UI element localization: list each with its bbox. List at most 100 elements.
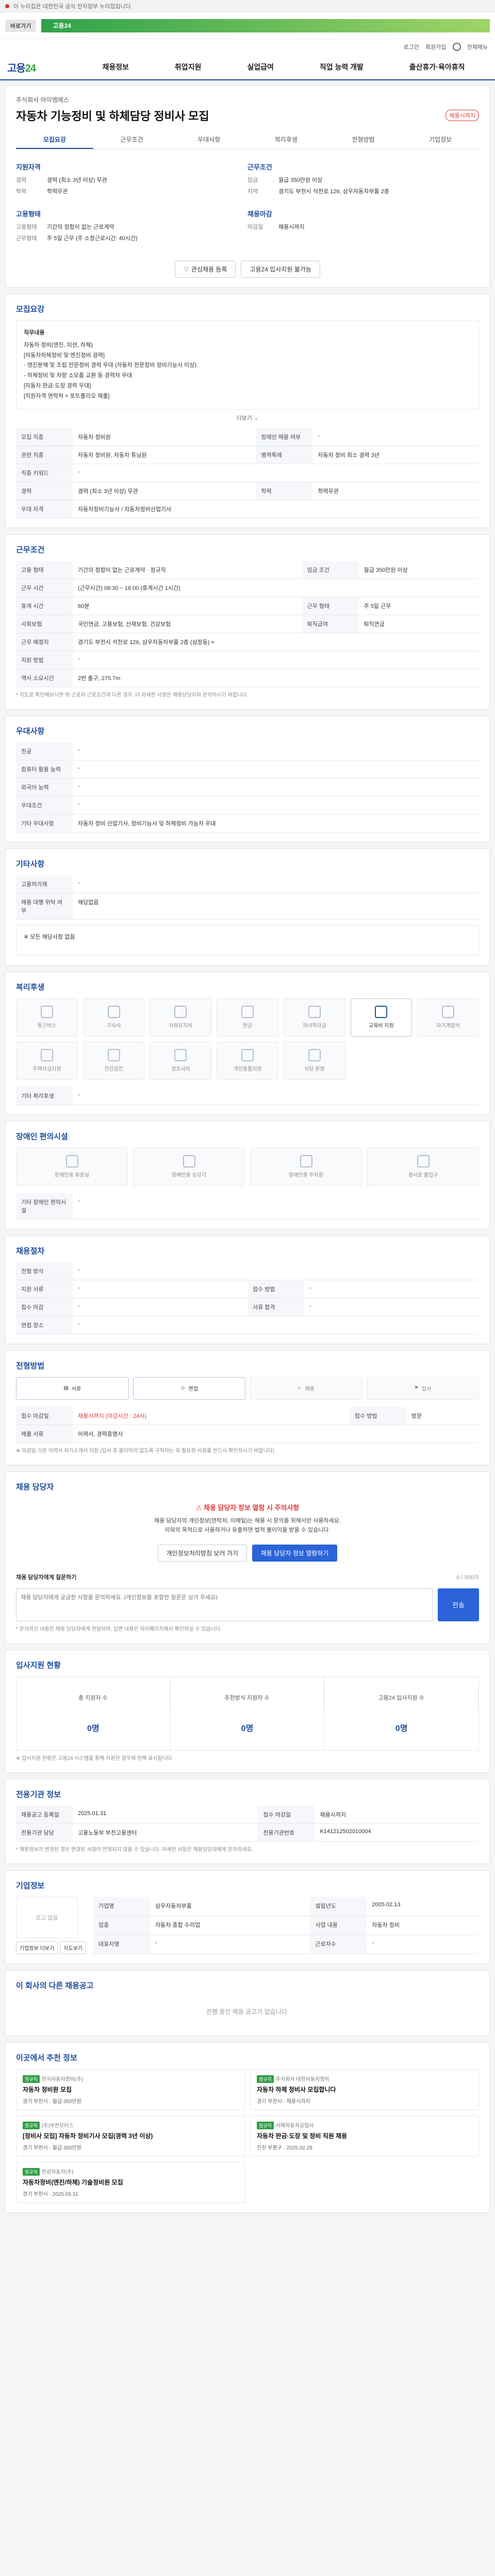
contact-box: ⚠ 채용 담당자 정보 열람 시 주의사항 채용 담당자의 개인정보(연락처, … [16, 1498, 479, 1566]
disabled-item-icon [65, 1155, 78, 1168]
welfare-item: 자기계발비 [417, 998, 479, 1037]
disabled-item-icon [183, 1155, 195, 1168]
question-input[interactable] [16, 1588, 433, 1621]
recommend-title: 이곳에서 추천 정보 [16, 2053, 77, 2062]
nav-item-jobs[interactable]: 채용정보 [102, 62, 129, 72]
welfare-item-icon [107, 1049, 120, 1062]
chevron-down-icon: ⌄ [254, 415, 259, 421]
summary-work-title: 근무조건 [248, 163, 272, 171]
apply-button[interactable]: 고용24 입사지원 불가능 [241, 261, 320, 278]
stat-online: 고용24 입사지원 수 0명 [324, 1677, 478, 1750]
recruit-table: 모집 직종 자동차 정비원 장애인 채용 여부 - 관련 직종 자동차 정비원, 자동차… [16, 428, 479, 518]
disabled-item-icon [417, 1155, 430, 1168]
recommend-section: 이곳에서 추천 정보 정규직 한국자동차정비(주) 자동차 정비원 모집 경기 부… [5, 2042, 490, 2213]
company-name[interactable]: 주식회사 아이엠에스 [16, 95, 479, 104]
tab-company[interactable]: 기업정보 [402, 131, 479, 149]
welfare-item: 자녀학자금 [283, 998, 345, 1037]
step-join: ⚑ 입사 [366, 1377, 479, 1400]
method-title: 전형방법 [16, 1361, 45, 1370]
signup-link[interactable]: 회원가입 [425, 43, 446, 51]
recommend-item[interactable]: 정규직 한국자동차정비(주) 자동차 정비원 모집 경기 부천시 · 월급 350… [16, 2069, 245, 2110]
prefer-title: 우대사항 [16, 726, 45, 736]
stats-grid: 총 지원자 수 0명 추천방식 지원자 수 0명 고용24 입사지원 수 0명 [16, 1676, 479, 1751]
disabled-item-label: 장애인용 주차장 [288, 1173, 324, 1179]
prefer-table: 전공 - 컴퓨터 활용 능력 - 외국어 능력 - 우대조건 - 기타 우대사항 자동차 … [16, 742, 479, 833]
recommend-item[interactable]: 정규직 (주)부천모터스 [정비사 모집] 자동차 정비기사 모집(경력 3년 이… [16, 2115, 245, 2157]
gov-notice-text: 이 누리집은 대한민국 공식 전자정부 누리집입니다. [13, 3, 133, 10]
check-icon: ✓ [297, 1385, 302, 1392]
person-icon: ☺ [180, 1385, 186, 1392]
same-jobs-section: 이 회사의 다른 채용공고 진행 중인 채용 공고가 없습니다. [5, 1970, 490, 2036]
company-table: 기업명 삼우자동차부품 설립년도 2005.02.13 업종 자동차 종합 수리업 사업 … [93, 1896, 479, 1954]
welfare-item-label: 통근버스 [37, 1023, 57, 1029]
job-header-card: 주식회사 아이엠에스 자동차 기능정비 및 하체담당 정비사 모집 채용시까지 … [5, 86, 490, 287]
stats-section: 입사지원 현황 총 지원자 수 0명 추천방식 지원자 수 0명 고용24 입사지원… [5, 1649, 490, 1773]
welfare-item-icon [241, 1049, 254, 1062]
main-nav: 고용24 채용정보 취업지원 실업급여 직업 능력 개발 출산휴가·육아휴직 [0, 55, 495, 80]
question-note: * 문의하신 내용은 채용 담당자에게 전달되며, 답변 내용은 마이페이지에서… [16, 1626, 222, 1632]
welfare-item: 차량유지비 [150, 998, 212, 1037]
tab-recruit[interactable]: 모집요강 [16, 131, 93, 149]
deadline-badge: 채용시까지 [446, 110, 479, 121]
step-hire: ✓ 채용 [250, 1377, 362, 1400]
welfare-item-icon [40, 1006, 53, 1019]
nav-item-leave[interactable]: 출산휴가·육아휴직 [409, 62, 465, 72]
disabled-item: 장애인용 주차장 [250, 1147, 362, 1186]
welfare-item: 기숙사 [82, 998, 145, 1037]
company-map-button[interactable]: 지도보기 [60, 1941, 86, 1954]
more-button[interactable]: 더보기 ⌄ [16, 414, 479, 422]
interest-button[interactable]: ♡ 관심채용 등록 [175, 261, 236, 278]
welfare-item-label: 건강검진 [104, 1066, 123, 1073]
login-link[interactable]: 로그인 [404, 43, 419, 51]
disabled-item: 경사로 출입구 [367, 1147, 479, 1186]
company-info-button[interactable]: 기업정보 더보기 [16, 1941, 58, 1954]
other-section: 기타사항 고용허가제 - 채용 대행 위탁 여부 해당없음 ※ 모든 해당사항 없음 [5, 848, 490, 965]
nav-item-benefit[interactable]: 실업급여 [247, 62, 274, 72]
send-button[interactable]: 전송 [438, 1588, 479, 1621]
site-logo[interactable]: 고용24 [7, 60, 79, 75]
welfare-item: 개인용품지원 [217, 1041, 278, 1080]
welfare-item: 통근버스 [16, 998, 78, 1037]
go-button[interactable]: 바로가기 [5, 19, 37, 32]
work-note: * 지도로 확인해보시면 위 근로자 근로조건과 다른 경우, 더 자세한 사항… [16, 692, 249, 698]
disabled-item: 장애인용 승강기 [133, 1147, 245, 1186]
question-header: 채용 담당자에게 질문하기 0 / 500자 [16, 1574, 479, 1581]
recommend-item[interactable]: 정규직 주식회사 대한자동차정비 자동차 하체 정비사 모집합니다 경기 부천시 … [250, 2069, 479, 2110]
work-table: 고용 형태 기간의 정함이 없는 근로계약 · 정규직 임금 조건 월급 350만원 … [16, 561, 479, 687]
nav-item-training[interactable]: 직업 능력 개발 [320, 62, 364, 72]
agency-title: 전용기관 정보 [16, 1790, 61, 1799]
prefer-section: 우대사항 전공 - 컴퓨터 활용 능력 - 외국어 능력 - 우대조건 - 기타 우대사… [5, 715, 490, 842]
duty-box: 직무내용 자동차 정비(엔진, 미션, 하체) [자동차하체정비 및 엔진정비 … [16, 320, 479, 410]
process-title: 채용절차 [16, 1246, 45, 1256]
stat-total: 총 지원자 수 0명 [16, 1676, 171, 1750]
nav-item-support[interactable]: 취업지원 [175, 62, 202, 72]
tab-welfare[interactable]: 복리후생 [248, 131, 325, 149]
welfare-item-label: 개인용품지원 [233, 1066, 262, 1073]
summary-deadline-title: 채용마감 [248, 210, 272, 218]
welfare-item: 건강검진 [82, 1041, 145, 1080]
step-docs: ▤ 서류 [16, 1377, 129, 1400]
welfare-item-label: 경조사비 [171, 1066, 190, 1073]
recommend-item[interactable]: 정규직 한성자동차(주) 자동차정비(엔진/하체) 기술정비원 모집 경기 부천시… [16, 2161, 245, 2203]
welfare-item-icon [107, 1006, 120, 1019]
method-steps: ▤ 서류 ☺ 면접 ✓ 채용 ⚑ 입사 [16, 1377, 479, 1400]
work-section: 근무조건 고용 형태 기간의 정함이 없는 근로계약 · 정규직 임금 조건 월급 3… [5, 534, 490, 709]
warning-icon: ⚠ [195, 1503, 202, 1512]
welfare-grid: 통근버스 기숙사 차량유지비 연금 자녀학자금 교육비 지원 자기계발비 주택자금지원 건강검진… [16, 998, 479, 1080]
recommend-item[interactable]: 정규직 서해자동차공업사 자동차 판금·도장 및 정비 직원 채용 인천 부평구 … [250, 2115, 479, 2157]
view-contact-button[interactable]: 채용 담당자 정보 열람하기 [252, 1544, 338, 1562]
section-tabs: 모집요강 근무조건 우대사항 복리후생 전형방법 기업정보 [16, 131, 479, 149]
welfare-item-label: 자녀학자금 [302, 1023, 326, 1029]
method-table: 접수 마감일 채용시까지 (마감시간 : 24시) 접수 방법 방문 제출 서류 이력서… [16, 1406, 479, 1443]
tab-prefer[interactable]: 우대사항 [170, 131, 248, 149]
tab-method[interactable]: 전형방법 [325, 131, 402, 149]
other-extra: ※ 모든 해당사항 없음 [16, 924, 479, 956]
tab-work[interactable]: 근무조건 [93, 131, 171, 149]
all-menu-link[interactable]: 전체메뉴 [467, 43, 488, 51]
privacy-policy-button[interactable]: 개인정보처리방침 보러 가기 [157, 1544, 247, 1562]
search-icon[interactable] [452, 43, 461, 51]
map-icon[interactable]: ⌖ [211, 639, 214, 646]
welfare-item-icon [174, 1006, 187, 1019]
welfare-item-icon [40, 1049, 53, 1062]
welfare-item-icon [308, 1006, 321, 1019]
